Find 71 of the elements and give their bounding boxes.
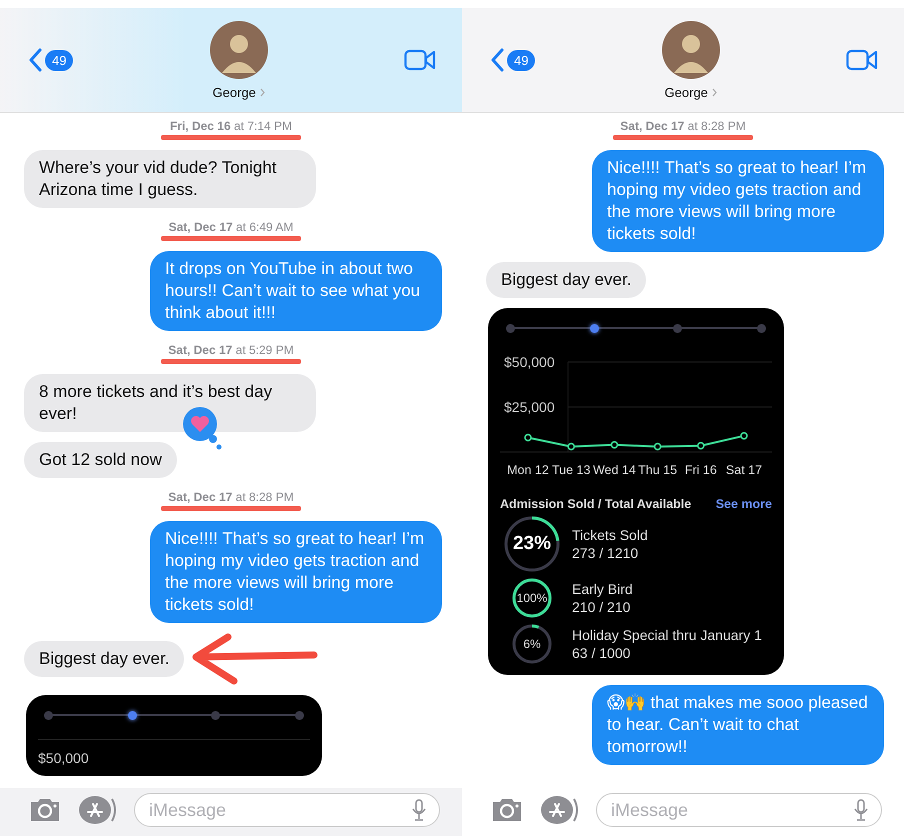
microphone-icon[interactable] bbox=[854, 799, 868, 821]
see-more-link[interactable]: See more bbox=[716, 497, 772, 511]
ticket-type-name: Tickets Sold bbox=[572, 527, 648, 543]
progress-ring bbox=[511, 577, 553, 619]
y-axis-label: $50,000 bbox=[504, 354, 555, 370]
received-message: Where’s your vid dude? Tonight Arizona time I guess. bbox=[24, 150, 316, 208]
ticket-count: 273 / 1210 bbox=[572, 545, 640, 561]
received-message: Biggest day ever. bbox=[486, 262, 646, 298]
percent-label: 6% bbox=[523, 637, 541, 651]
message-input-field[interactable]: iMessage bbox=[596, 793, 882, 827]
slider-stop[interactable] bbox=[128, 710, 137, 720]
x-axis-label: Sat 17 bbox=[726, 463, 762, 477]
sent-message: It drops on YouTube in about two hours!! Can’t wait to see what you think about it!!! bbox=[150, 251, 442, 331]
timestamp: Sat, Dec 17 at 8:28 PM bbox=[620, 119, 746, 133]
slider-stop[interactable] bbox=[211, 710, 220, 720]
stats-title: Admission Sold / Total Available bbox=[500, 497, 692, 511]
data-point bbox=[654, 442, 662, 450]
contact-name[interactable]: George bbox=[664, 84, 708, 100]
x-axis-label: Wed 14 bbox=[592, 463, 636, 477]
y-axis-label: $25,000 bbox=[504, 399, 555, 415]
video-call-icon[interactable] bbox=[404, 49, 436, 71]
percent-label: 100% bbox=[516, 591, 548, 605]
slider-stop[interactable] bbox=[756, 324, 766, 332]
sent-message: Nice!!!! That’s so great to hear! I’m hoping my video gets traction and the more views will bring more tickets sold! bbox=[150, 521, 442, 623]
timestamp: Fri, Dec 16 at 7:14 PM bbox=[170, 119, 292, 133]
progress-ring bbox=[511, 623, 553, 665]
received-message: Biggest day ever. bbox=[24, 641, 184, 677]
slider-stop[interactable] bbox=[673, 324, 682, 332]
x-axis-label: Fri 16 bbox=[684, 463, 717, 477]
microphone-icon[interactable] bbox=[412, 799, 426, 821]
x-axis-label: Thu 15 bbox=[638, 463, 678, 477]
camera-icon[interactable] bbox=[28, 797, 62, 823]
camera-icon[interactable] bbox=[490, 797, 524, 823]
sent-message: 😱🙌 that makes me sooo pleased to hear. Can’t wait to chat tomorrow!! bbox=[592, 685, 884, 765]
data-point bbox=[697, 442, 705, 450]
data-point bbox=[610, 441, 618, 449]
axis-label: $50,000 bbox=[38, 750, 89, 766]
timestamp: Sat, Dec 17 at 6:49 AM bbox=[168, 220, 294, 234]
data-point bbox=[740, 432, 748, 440]
app-store-icon[interactable] bbox=[540, 795, 580, 825]
ticket-type-name: Early Bird bbox=[572, 581, 633, 597]
slider-stop[interactable] bbox=[44, 710, 53, 720]
avatar-icon[interactable] bbox=[210, 20, 268, 78]
x-axis-label: Tue 13 bbox=[552, 463, 590, 477]
sent-message: Nice!!!! That’s so great to hear! I’m hoping my video gets traction and the more views will bring more tickets sold! bbox=[592, 150, 884, 252]
progress-ring bbox=[503, 515, 561, 573]
slider-stop[interactable] bbox=[506, 324, 515, 332]
chevron-icon bbox=[260, 88, 265, 96]
ticket-count: 210 / 210 bbox=[572, 599, 632, 615]
slider-stop[interactable] bbox=[590, 324, 599, 332]
data-point bbox=[567, 442, 575, 450]
back-chevron-icon[interactable] bbox=[490, 48, 504, 72]
message-input-field[interactable]: iMessage bbox=[134, 793, 440, 827]
slider-stop[interactable] bbox=[294, 710, 304, 720]
unread-count-badge: 49 bbox=[507, 50, 536, 70]
timestamp: Sat, Dec 17 at 5:29 PM bbox=[168, 343, 294, 357]
video-call-icon[interactable] bbox=[846, 49, 878, 71]
chevron-icon bbox=[712, 88, 717, 96]
unread-count-badge: 49 bbox=[45, 50, 74, 70]
data-point bbox=[524, 434, 532, 442]
ticket-type-name: Holiday Special thru January 1 bbox=[572, 627, 762, 643]
back-chevron-icon[interactable] bbox=[28, 48, 42, 72]
contact-name[interactable]: George bbox=[212, 84, 256, 100]
ticket-count: 63 / 1000 bbox=[572, 645, 632, 661]
avatar-icon[interactable] bbox=[662, 20, 720, 78]
received-message: 8 more tickets and it’s best day ever! bbox=[24, 374, 316, 432]
timestamp: Sat, Dec 17 at 8:28 PM bbox=[168, 490, 294, 504]
percent-label: 23% bbox=[512, 533, 552, 555]
app-store-icon[interactable] bbox=[78, 795, 118, 825]
x-axis-label: Mon 12 bbox=[507, 463, 549, 477]
received-message: Got 12 sold now bbox=[24, 442, 177, 478]
